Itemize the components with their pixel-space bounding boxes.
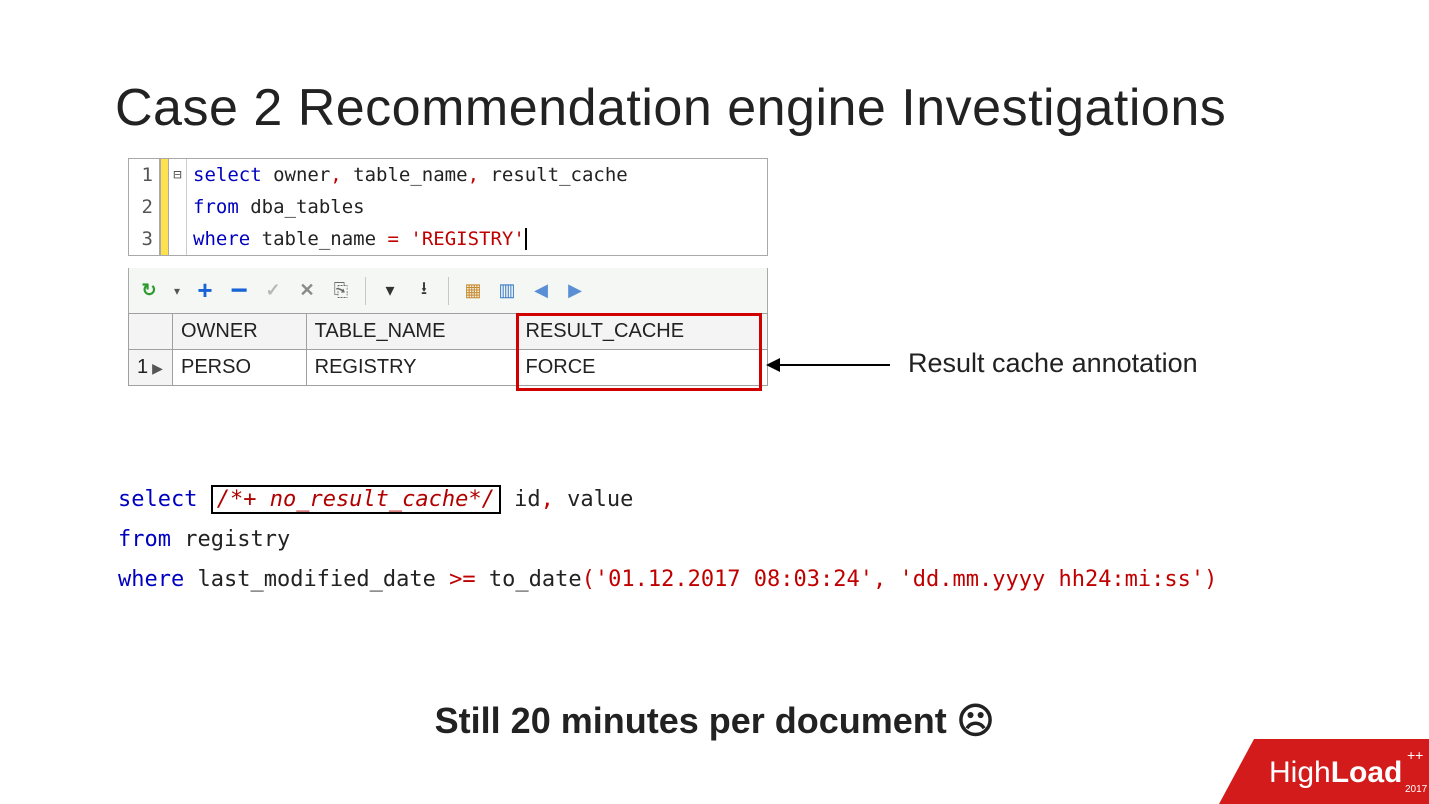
cancel-icon[interactable]: ✕ bbox=[295, 279, 319, 303]
toolbar-separator bbox=[365, 277, 366, 305]
last-row-icon[interactable]: ⭳ bbox=[412, 279, 436, 303]
remove-row-icon[interactable]: − bbox=[227, 279, 251, 303]
col-header-table-name[interactable]: TABLE_NAME bbox=[306, 314, 517, 350]
confirm-icon[interactable]: ✓ bbox=[261, 279, 285, 303]
hint-box: /*+ no_result_cache*/ bbox=[211, 485, 501, 514]
filter-dropdown-icon[interactable]: ▾ bbox=[378, 279, 402, 303]
col-header-result-cache[interactable]: RESULT_CACHE bbox=[517, 314, 768, 350]
cell-table-name[interactable]: REGISTRY bbox=[306, 350, 517, 386]
code-line: where table_name = 'REGISTRY' bbox=[187, 223, 767, 255]
line-number: 1 bbox=[129, 159, 161, 191]
fold-gutter bbox=[169, 191, 187, 223]
table-row[interactable]: 1▶ PERSO REGISTRY FORCE bbox=[129, 350, 768, 386]
sql-editor: 1 ⊟ select owner, table_name, result_cac… bbox=[128, 158, 768, 256]
refresh-dropdown-icon[interactable]: ▾ bbox=[171, 279, 183, 303]
fold-gutter bbox=[169, 223, 187, 255]
col-header-owner[interactable]: OWNER bbox=[173, 314, 307, 350]
results-toolbar: ↻ ▾ + − ✓ ✕ ⎘ ▾ ⭳ ▦ ▥ ◀ ▶ bbox=[128, 268, 768, 313]
highload-logo: HighLoad ++ 2017 bbox=[1219, 734, 1429, 804]
cell-result-cache[interactable]: FORCE bbox=[517, 350, 768, 386]
results-grid: OWNER TABLE_NAME RESULT_CACHE 1▶ PERSO R… bbox=[128, 313, 768, 386]
annotation-text: Result cache annotation bbox=[908, 348, 1198, 379]
single-record-icon[interactable]: ▥ bbox=[495, 279, 519, 303]
svg-text:++: ++ bbox=[1407, 747, 1423, 763]
slide-title: Case 2 Recommendation engine Investigati… bbox=[115, 78, 1226, 138]
line-number: 2 bbox=[129, 191, 161, 223]
conclusion-text: Still 20 minutes per document ☹ bbox=[0, 700, 1429, 742]
gutter-highlight bbox=[161, 159, 169, 191]
row-number-cell: 1▶ bbox=[129, 350, 173, 386]
gutter-highlight bbox=[161, 223, 169, 255]
modified-query: select /*+ no_result_cache*/ id, value f… bbox=[118, 480, 1217, 600]
line-number: 3 bbox=[129, 223, 161, 255]
refresh-icon[interactable]: ↻ bbox=[137, 279, 161, 303]
code-line: from dba_tables bbox=[187, 191, 767, 223]
commit-icon[interactable]: ⎘ bbox=[329, 279, 353, 303]
toolbar-separator bbox=[448, 277, 449, 305]
cell-owner[interactable]: PERSO bbox=[173, 350, 307, 386]
row-header-blank bbox=[129, 314, 173, 350]
svg-text:HighLoad: HighLoad bbox=[1269, 756, 1402, 789]
add-row-icon[interactable]: + bbox=[193, 279, 217, 303]
next-icon[interactable]: ▶ bbox=[563, 279, 587, 303]
gutter-highlight bbox=[161, 191, 169, 223]
fold-toggle[interactable]: ⊟ bbox=[169, 159, 187, 191]
table-header-row: OWNER TABLE_NAME RESULT_CACHE bbox=[129, 314, 768, 350]
grid-view-icon[interactable]: ▦ bbox=[461, 279, 485, 303]
arrow-head-icon bbox=[766, 358, 780, 372]
svg-text:2017: 2017 bbox=[1405, 784, 1428, 795]
row-indicator-icon: ▶ bbox=[152, 360, 163, 377]
prev-icon[interactable]: ◀ bbox=[529, 279, 553, 303]
arrow-line bbox=[780, 364, 890, 366]
code-line: select owner, table_name, result_cache bbox=[187, 159, 767, 191]
